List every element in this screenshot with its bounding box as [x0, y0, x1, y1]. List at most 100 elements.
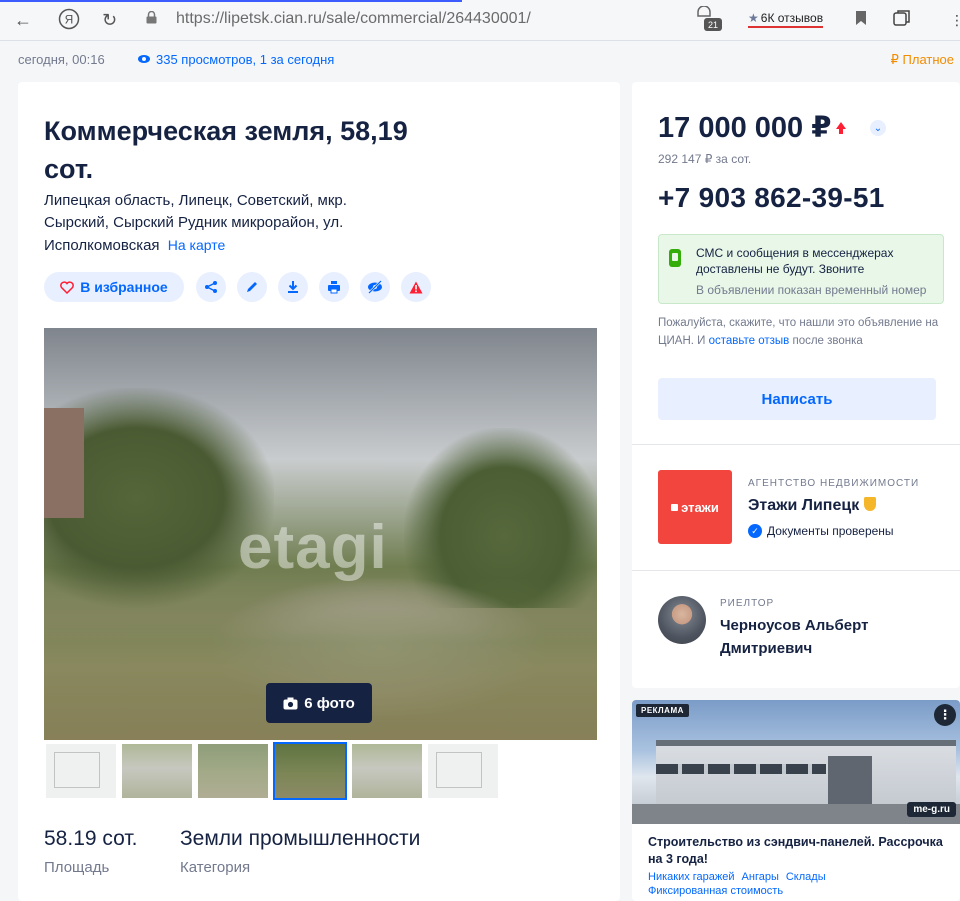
- write-message-button[interactable]: Написать: [658, 378, 936, 420]
- thumbnail[interactable]: [122, 744, 192, 798]
- tab-count: 21: [708, 20, 718, 30]
- temp-number-note: В объявлении показан временный номер: [696, 283, 927, 297]
- agency-logo[interactable]: этажи: [658, 470, 732, 544]
- leave-review-link[interactable]: оставьте отзыв: [709, 335, 790, 347]
- check-badge-icon: ✓: [748, 524, 762, 538]
- star-icon: ★: [748, 11, 759, 25]
- ad-link[interactable]: Фиксированная стоимость: [648, 885, 783, 897]
- price-per-unit: 292 147 ₽ за сот.: [658, 152, 752, 166]
- realtor-avatar[interactable]: [658, 596, 706, 644]
- thumbnail-selected[interactable]: [273, 742, 347, 800]
- map-link[interactable]: На карте: [168, 237, 226, 253]
- agency-name-link[interactable]: Этажи Липецк: [748, 496, 877, 515]
- thumbnail[interactable]: [46, 744, 116, 798]
- ad-link[interactable]: Склады: [786, 871, 826, 883]
- bookmark-icon[interactable]: [856, 11, 866, 25]
- ad-title[interactable]: Строительство из сэндвич-панелей. Рассро…: [648, 834, 948, 868]
- thumbnail[interactable]: [198, 744, 268, 798]
- documents-verified: ✓ Документы проверены: [748, 524, 894, 538]
- views-count: 335 просмотров, 1 за сегодня: [156, 52, 335, 67]
- agency-logo-text: этажи: [681, 499, 719, 515]
- page-load-progress: [0, 0, 462, 2]
- contact-card: 17 000 000 ₽ ⌄ 292 147 ₽ за сот. +7 903 …: [632, 82, 960, 688]
- ad-label: РЕКЛАМА: [636, 704, 689, 717]
- share-button[interactable]: [196, 272, 226, 302]
- sms-warning: СМС и сообщения в мессенджерах доставлен…: [658, 234, 944, 304]
- thumbnail[interactable]: [352, 744, 422, 798]
- reviews-label: 6К отзывов: [760, 11, 824, 25]
- paid-badge: ₽ Платное: [890, 52, 954, 67]
- ad-link[interactable]: Ангары: [742, 871, 779, 883]
- call-notice: Пожалуйста, скажите, что нашли это объяв…: [658, 314, 940, 350]
- category-value: Земли промышленности: [180, 827, 421, 850]
- hide-listing-button[interactable]: [360, 272, 390, 302]
- back-icon[interactable]: ←: [14, 10, 32, 31]
- area-label: Площадь: [44, 859, 110, 876]
- listing-card: Коммерческая земля, 58,19 сот. Липецкая …: [18, 82, 620, 901]
- camera-icon: [283, 697, 298, 709]
- listing-address: Липецкая область, Липецк, Советский, мкр…: [44, 190, 404, 257]
- ad-menu-icon[interactable]: ⋮: [934, 704, 956, 726]
- download-icon: [288, 281, 298, 293]
- publish-date: сегодня, 00:16: [18, 52, 105, 67]
- phone-number[interactable]: +7 903 862-39-51: [658, 182, 885, 214]
- tabs-icon[interactable]: [892, 8, 912, 33]
- browser-toolbar: ← Я ↻ https://lipetsk.cian.ru/sale/comme…: [0, 0, 960, 41]
- report-button[interactable]: [401, 272, 431, 302]
- lock-icon[interactable]: [146, 11, 157, 24]
- price-history-chevron-icon[interactable]: ⌄: [870, 120, 886, 136]
- download-button[interactable]: [278, 272, 308, 302]
- pencil-icon: [247, 282, 257, 292]
- eye-off-icon: [368, 280, 382, 294]
- listing-title: Коммерческая земля, 58,19 сот.: [44, 116, 408, 184]
- main-photo[interactable]: etagi: [44, 328, 597, 740]
- ad-brand[interactable]: me-g.ru: [907, 802, 956, 817]
- eye-icon: [138, 55, 150, 63]
- ad-image[interactable]: РЕКЛАМА ⋮ me-g.ru: [632, 700, 960, 824]
- agency-logo-mark-icon: [671, 503, 679, 511]
- phone-icon: [669, 249, 681, 267]
- ad-link[interactable]: Никаких гаражей: [648, 871, 735, 883]
- category-label: Категория: [180, 859, 251, 876]
- divider: [632, 570, 960, 571]
- printer-icon: [328, 281, 340, 294]
- address-bar[interactable]: https://lipetsk.cian.ru/sale/commercial/…: [176, 10, 531, 28]
- favorites-label: В избранное: [80, 279, 168, 295]
- reload-icon[interactable]: ↻: [102, 10, 117, 31]
- add-to-favorites-button[interactable]: В избранное: [44, 272, 184, 302]
- thumbnail[interactable]: [428, 744, 498, 798]
- divider: [632, 444, 960, 445]
- area-value: 58.19 сот.: [44, 827, 138, 850]
- photo-count-label: 6 фото: [304, 694, 355, 712]
- views-link[interactable]: 335 просмотров, 1 за сегодня: [138, 52, 334, 67]
- agency-kind: АГЕНТСТВО НЕДВИЖИМОСТИ: [748, 478, 920, 489]
- listing-meta: сегодня, 00:16 335 просмотров, 1 за сего…: [18, 52, 958, 72]
- extension-badge-icon[interactable]: 21: [694, 6, 726, 34]
- photo-building: [44, 408, 84, 518]
- notice-text-end: после звонка: [789, 335, 863, 347]
- photo-thumbnails: [44, 742, 604, 800]
- realtor-kind: РИЕЛТОР: [720, 598, 775, 609]
- ad-building: [656, 740, 956, 810]
- advertisement[interactable]: РЕКЛАМА ⋮ me-g.ru Строительство из сэндв…: [632, 700, 960, 901]
- verified-label: Документы проверены: [767, 524, 894, 538]
- realtor-name[interactable]: Черноусов Альберт Дмитриевич: [720, 614, 920, 660]
- share-icon: [205, 281, 217, 293]
- svg-text:Я: Я: [65, 13, 74, 27]
- url-path: /sale/commercial/264430001/: [321, 10, 531, 27]
- heart-icon: [60, 280, 75, 294]
- open-gallery-button[interactable]: 6 фото: [266, 683, 372, 723]
- reviews-link[interactable]: ★ 6К отзывов: [748, 11, 824, 28]
- ad-links: Никаких гаражей Ангары Склады Фиксированна…: [648, 870, 948, 898]
- warning-icon: [409, 281, 423, 293]
- shield-icon: [864, 497, 877, 511]
- photo-watermark: etagi: [238, 513, 388, 582]
- yandex-icon[interactable]: Я: [58, 8, 80, 35]
- ad-windows: [656, 764, 826, 774]
- price: 17 000 000 ₽: [658, 112, 832, 144]
- menu-overflow-icon[interactable]: ⋮: [950, 12, 960, 29]
- price-up-icon: [836, 122, 846, 134]
- url-host: https://lipetsk.cian.ru: [176, 10, 322, 27]
- print-button[interactable]: [319, 272, 349, 302]
- edit-button[interactable]: [237, 272, 267, 302]
